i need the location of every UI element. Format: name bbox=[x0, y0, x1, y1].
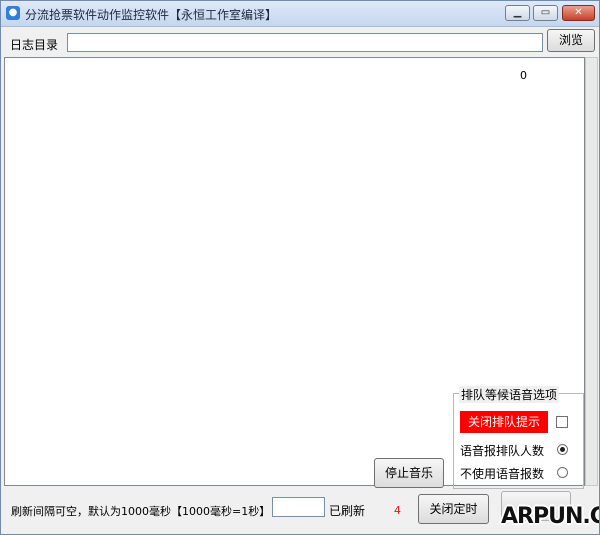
queue-prompt-checkbox[interactable] bbox=[556, 416, 568, 428]
main-window: ● 分流抢票软件动作监控软件【永恒工作室编译】 ▁ ▭ ✕ 日志目录 浏览 0 … bbox=[0, 0, 600, 535]
queue-prompt-toggle[interactable]: 关闭排队提示 bbox=[460, 411, 548, 433]
voice-off-radio[interactable] bbox=[557, 467, 568, 478]
watermark-logo: ARPUN.COM bbox=[501, 504, 599, 529]
refresh-interval-input[interactable] bbox=[272, 497, 325, 517]
title-bar[interactable]: ● 分流抢票软件动作监控软件【永恒工作室编译】 ▁ ▭ ✕ bbox=[1, 1, 599, 27]
close-button[interactable]: ✕ bbox=[562, 5, 595, 21]
voice-count-label: 语音报排队人数 bbox=[460, 444, 545, 458]
minimize-button[interactable]: ▁ bbox=[505, 5, 530, 21]
browse-button[interactable]: 浏览 bbox=[547, 29, 595, 52]
voice-options-title: 排队等候语音选项 bbox=[459, 386, 560, 403]
voice-off-label: 不使用语音报数 bbox=[460, 467, 545, 481]
refresh-count: 4 bbox=[394, 504, 401, 517]
log-scrollbar[interactable] bbox=[585, 57, 598, 486]
voice-count-radio[interactable] bbox=[557, 444, 568, 455]
maximize-button[interactable]: ▭ bbox=[533, 5, 558, 21]
log-counter: 0 bbox=[520, 69, 527, 82]
close-timer-button[interactable]: 关闭定时 bbox=[418, 494, 489, 524]
stop-music-button[interactable]: 停止音乐 bbox=[374, 458, 444, 488]
radio-selected-dot bbox=[560, 447, 565, 452]
refreshed-label: 已刷新 bbox=[329, 504, 366, 518]
log-directory-input[interactable] bbox=[67, 33, 543, 52]
log-directory-label: 日志目录 bbox=[10, 38, 59, 52]
app-icon: ● bbox=[6, 6, 20, 20]
window-title: 分流抢票软件动作监控软件【永恒工作室编译】 bbox=[25, 8, 278, 22]
refresh-interval-label: 刷新间隔可空，默认为1000毫秒【1000毫秒=1秒】 bbox=[11, 505, 271, 518]
